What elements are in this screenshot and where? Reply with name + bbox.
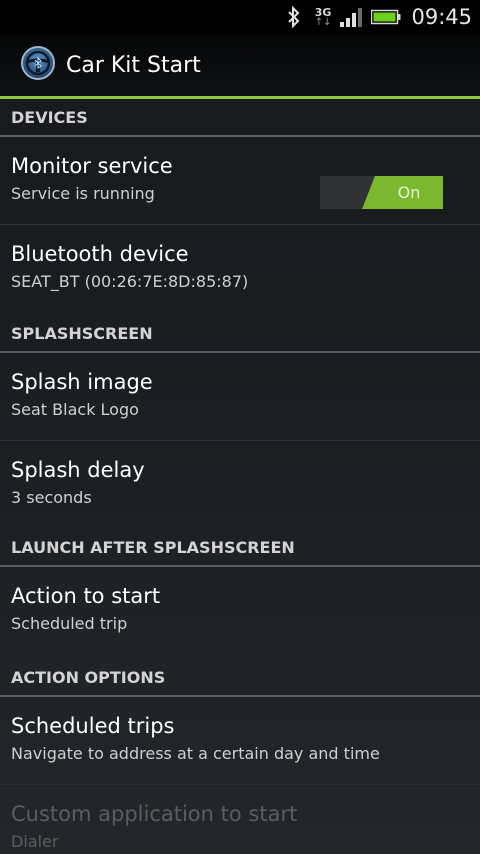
toggle-on-thumb: On [362,176,443,209]
toggle-label: On [397,183,421,202]
action-bar: Car Kit Start [0,34,480,96]
network-type-label: 3G [314,5,332,19]
steering-wheel-icon [20,45,56,85]
pref-title: Bluetooth device [11,242,189,266]
signal-icon [339,7,363,27]
bluetooth-icon [287,6,301,28]
pref-summary: Dialer [11,832,59,851]
category-launch-after-splashscreen: LAUNCH AFTER SPLASHSCREEN [0,529,480,567]
category-devices: DEVICES [0,99,480,137]
pref-scheduled-trips[interactable]: Scheduled trips Navigate to address at a… [0,697,480,785]
pref-title: Scheduled trips [11,714,175,738]
data-arrows-icon: ↑↓ [314,16,332,28]
pref-splash-delay[interactable]: Splash delay 3 seconds [0,441,480,529]
pref-summary: Scheduled trip [11,614,128,633]
clock: 09:45 [411,5,472,29]
pref-title: Splash image [11,370,153,394]
status-bar: 3G ↑↓ 09:45 [0,0,480,34]
pref-summary: 3 seconds [11,488,92,507]
monitor-service-toggle[interactable]: On [320,176,443,209]
app-title: Car Kit Start [66,52,201,78]
battery-icon [371,9,401,25]
pref-custom-application: Custom application to start Dialer [0,785,480,854]
pref-bluetooth-device[interactable]: Bluetooth device SEAT_BT (00:26:7E:8D:85… [0,225,480,315]
network-3g-icon: 3G ↑↓ [315,7,332,28]
pref-splash-image[interactable]: Splash image Seat Black Logo [0,353,480,441]
pref-title: Splash delay [11,458,145,482]
pref-title: Action to start [11,584,161,608]
settings-screen: 3G ↑↓ 09:45 Car Kit Start DEVICES Monito… [0,0,480,854]
category-splashscreen: SPLASHSCREEN [0,315,480,353]
pref-summary: SEAT_BT (00:26:7E:8D:85:87) [11,272,249,291]
pref-title: Custom application to start [11,802,298,826]
pref-action-to-start[interactable]: Action to start Scheduled trip [0,567,480,659]
pref-summary: Seat Black Logo [11,400,139,419]
pref-summary: Navigate to address at a certain day and… [11,744,380,763]
pref-monitor-service[interactable]: Monitor service Service is running On [0,137,480,225]
category-action-options: ACTION OPTIONS [0,659,480,697]
